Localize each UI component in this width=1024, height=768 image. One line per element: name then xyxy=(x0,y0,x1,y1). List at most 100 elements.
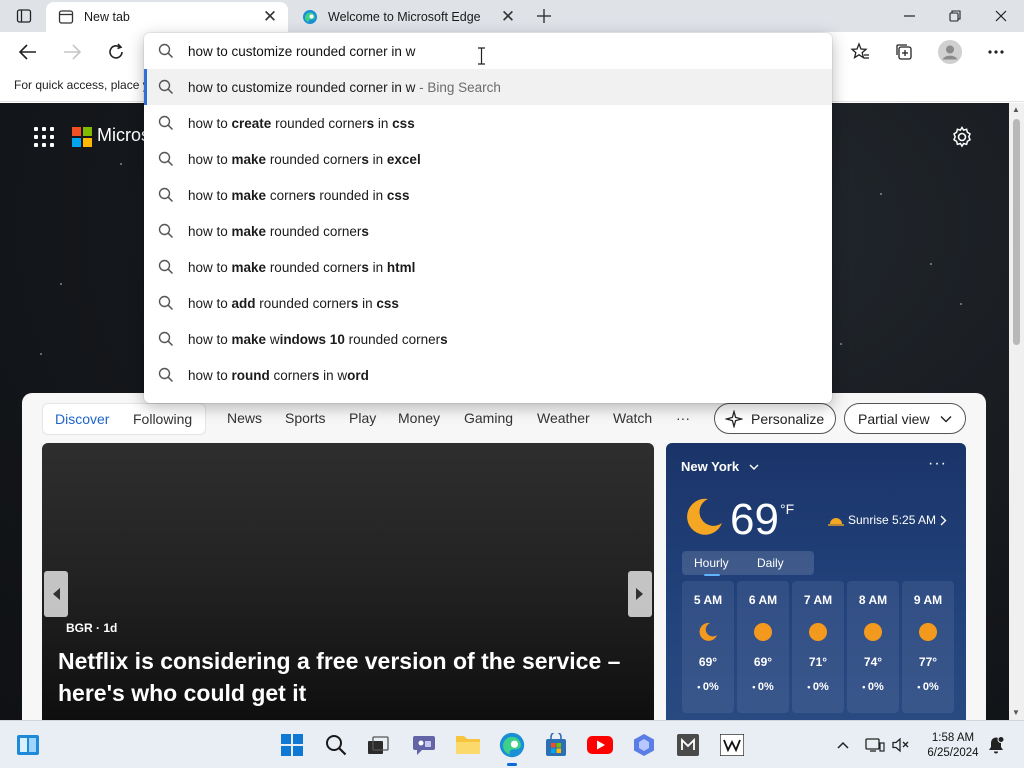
suggestion-item[interactable]: how to make rounded corners xyxy=(144,213,832,249)
youtube-button[interactable] xyxy=(584,729,616,761)
close-tab-icon[interactable]: ✕ xyxy=(260,7,280,27)
suggestion-item[interactable]: how to make rounded corners in excel xyxy=(144,141,832,177)
show-hidden-icons-button[interactable] xyxy=(833,729,853,761)
hourly-forecast-item[interactable]: 9 AM 77° • 0% xyxy=(902,581,954,713)
personalize-label: Personalize xyxy=(751,410,825,427)
suggestion-item[interactable]: how to add rounded corners in css xyxy=(144,285,832,321)
hour-precipitation: • 0% xyxy=(752,681,774,693)
clock-date: 6/25/2024 xyxy=(927,747,979,759)
news-card[interactable]: BGR · 1d Netflix is considering a free v… xyxy=(42,443,654,720)
edge-taskbar-button[interactable] xyxy=(496,729,528,766)
app-launcher-icon[interactable] xyxy=(34,127,54,147)
nav-news[interactable]: News xyxy=(227,410,262,426)
suggestion-text: how to make rounded corners in html xyxy=(188,259,416,275)
hourly-forecast-item[interactable]: 8 AM 74° • 0% xyxy=(847,581,899,713)
hour-temperature: 71° xyxy=(808,655,828,669)
teams-chat-button[interactable] xyxy=(408,729,440,761)
scroll-down-icon[interactable]: ▼ xyxy=(1012,708,1021,717)
widgets-button[interactable] xyxy=(12,729,44,761)
tab-following[interactable]: Following xyxy=(133,411,192,427)
collections-button[interactable] xyxy=(888,36,920,68)
start-button[interactable] xyxy=(276,729,308,761)
suggestion-item[interactable]: how to round corners in word xyxy=(144,357,832,393)
nav-watch[interactable]: Watch xyxy=(613,410,652,426)
hourly-forecast-item[interactable]: 5 AM 69° • 0% xyxy=(682,581,734,713)
microsoft-logo-icon xyxy=(72,127,92,147)
taskbar-search-button[interactable] xyxy=(320,729,352,761)
hour-precipitation: • 0% xyxy=(697,681,719,693)
partial-view-dropdown[interactable]: Partial view xyxy=(844,403,966,434)
carousel-next-button[interactable] xyxy=(628,571,652,617)
task-view-button[interactable] xyxy=(362,729,394,761)
chat-icon xyxy=(413,736,435,755)
refresh-button[interactable] xyxy=(100,36,132,68)
suggestion-text: how to add rounded corners in css xyxy=(188,295,399,311)
hourly-forecast: 5 AM 69° • 0% 6 AM 69° • 0% 7 AM 71° • 0% 8 AM 74°… xyxy=(682,581,954,713)
tab-new-tab[interactable]: New tab ✕ xyxy=(46,2,288,32)
scrollbar-thumb[interactable] xyxy=(1013,119,1020,345)
nav-gaming[interactable]: Gaming xyxy=(464,410,513,426)
address-bar[interactable] xyxy=(144,33,832,69)
notifications-button[interactable] xyxy=(984,729,1008,761)
weather-more-button[interactable]: ··· xyxy=(928,455,947,473)
volume-button[interactable] xyxy=(889,729,913,761)
weather-sunrise[interactable]: Sunrise 5:25 AM xyxy=(828,513,947,527)
taskbar-clock[interactable]: 1:58 AM 6/25/2024 xyxy=(921,731,985,761)
hour-precipitation: • 0% xyxy=(807,681,829,693)
tab-discover[interactable]: Discover xyxy=(55,411,109,427)
personalize-button[interactable]: Personalize xyxy=(714,403,836,434)
restore-button[interactable] xyxy=(932,0,978,32)
profile-button[interactable] xyxy=(934,36,966,68)
close-window-button[interactable] xyxy=(978,0,1024,32)
forward-button[interactable] xyxy=(56,36,88,68)
wikipedia-button[interactable] xyxy=(716,729,748,761)
hourly-forecast-item[interactable]: 7 AM 71° • 0% xyxy=(792,581,844,713)
microsoft-store-button[interactable] xyxy=(540,729,572,761)
favorites-button[interactable] xyxy=(844,36,876,68)
power-automate-button[interactable] xyxy=(628,729,660,761)
youtube-icon xyxy=(587,736,613,754)
tab-actions-button[interactable] xyxy=(8,5,40,27)
weather-card[interactable]: New York ··· 69 °F Sunrise 5:25 AM Hourl… xyxy=(666,443,966,720)
nav-more-button[interactable]: ··· xyxy=(676,410,690,426)
volume-muted-icon xyxy=(892,737,909,753)
close-tab-icon[interactable]: ✕ xyxy=(498,7,518,27)
search-icon xyxy=(158,151,174,167)
minimize-button[interactable] xyxy=(886,0,932,32)
suggestion-item[interactable]: how to create rounded corners in css xyxy=(144,105,832,141)
nav-money[interactable]: Money xyxy=(398,410,440,426)
edge-logo-icon xyxy=(499,732,525,758)
tab-welcome-edge[interactable]: Welcome to Microsoft Edge ✕ xyxy=(290,2,526,32)
search-icon xyxy=(158,223,174,239)
suggestion-item[interactable]: how to make windows 10 rounded corners xyxy=(144,321,832,357)
suggestion-item[interactable]: how to customize rounded corner in w - B… xyxy=(144,69,832,105)
refresh-icon xyxy=(109,43,123,59)
page-settings-button[interactable] xyxy=(950,125,974,149)
forward-arrow-icon xyxy=(64,44,81,60)
nav-weather[interactable]: Weather xyxy=(537,410,590,426)
page-scrollbar[interactable]: ▲ ▼ xyxy=(1009,103,1024,720)
weather-unit: °F xyxy=(780,501,795,517)
news-headline[interactable]: Netflix is considering a free version of… xyxy=(58,645,638,709)
settings-and-more-button[interactable] xyxy=(980,36,1012,68)
network-button[interactable] xyxy=(863,729,887,761)
back-button[interactable] xyxy=(12,36,44,68)
suggestion-item[interactable]: how to make corners rounded in css xyxy=(144,177,832,213)
tab-daily[interactable]: Daily xyxy=(757,556,784,570)
nav-play[interactable]: Play xyxy=(349,410,376,426)
tab-hourly[interactable]: Hourly xyxy=(694,556,729,576)
address-input[interactable] xyxy=(188,42,808,60)
suggestion-item[interactable]: how to make rounded corners in html xyxy=(144,249,832,285)
new-tab-button[interactable] xyxy=(531,4,557,28)
carousel-prev-button[interactable] xyxy=(44,571,68,617)
app-m-button[interactable] xyxy=(672,729,704,761)
minimize-icon xyxy=(903,15,915,17)
hour-temperature: 77° xyxy=(918,655,938,669)
scroll-up-icon[interactable]: ▲ xyxy=(1012,105,1021,114)
widgets-icon xyxy=(17,735,39,755)
weather-location-selector[interactable]: New York xyxy=(681,459,759,474)
hourly-forecast-item[interactable]: 6 AM 69° • 0% xyxy=(737,581,789,713)
nav-sports[interactable]: Sports xyxy=(285,410,325,426)
search-icon xyxy=(158,115,174,131)
file-explorer-button[interactable] xyxy=(452,729,484,761)
